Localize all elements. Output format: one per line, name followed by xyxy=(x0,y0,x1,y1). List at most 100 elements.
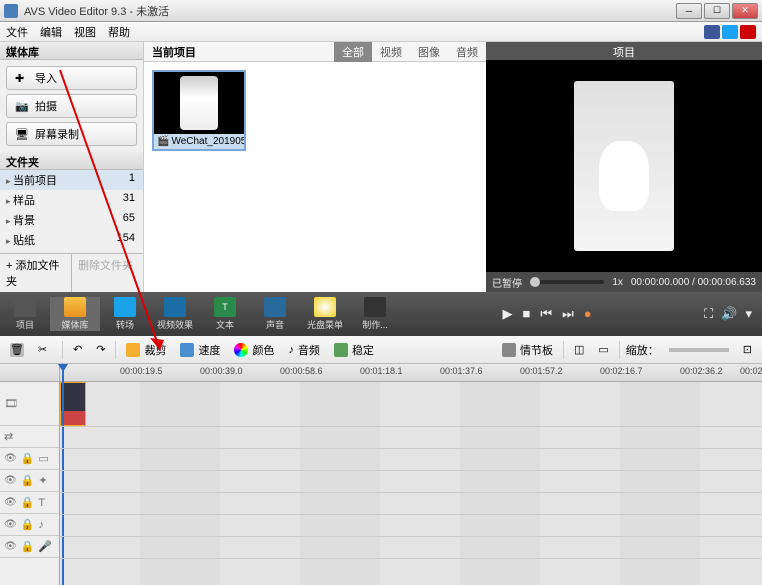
film-icon: 🎞 xyxy=(4,397,18,410)
delete-button[interactable]: 🗑 xyxy=(6,341,28,359)
capture-button[interactable]: 📷 拍摄 xyxy=(6,94,137,118)
fullscreen-button[interactable]: ⛶ xyxy=(704,306,713,322)
record-button[interactable]: ● xyxy=(584,306,592,322)
timecode: 00:00:00.000 / 00:00:06.633 xyxy=(631,277,756,288)
volume-button[interactable]: 🔊 xyxy=(721,306,737,322)
playhead[interactable] xyxy=(62,364,64,585)
close-button[interactable]: ✕ xyxy=(732,3,758,19)
trim-button[interactable]: 裁剪 xyxy=(122,340,170,360)
delete-folder-button: 删除文件夹 xyxy=(72,254,143,292)
speed-label: 速度 xyxy=(198,342,220,358)
cut-button[interactable]: ✂ xyxy=(34,341,56,359)
maximize-button[interactable]: ☐ xyxy=(704,3,730,19)
redo-button[interactable]: ↷ xyxy=(92,341,109,358)
youtube-icon[interactable] xyxy=(740,25,756,39)
audio-edit-button[interactable]: ♪音频 xyxy=(284,340,324,360)
track-audio1[interactable]: 👁🔒♪ xyxy=(0,514,59,536)
menu-file[interactable]: 文件 xyxy=(6,24,28,40)
menu-view[interactable]: 视图 xyxy=(74,24,96,40)
menu-help[interactable]: 帮助 xyxy=(108,24,130,40)
trim-label: 裁剪 xyxy=(144,342,166,358)
ruler-tick: 00:01:37.6 xyxy=(440,366,483,376)
track-effects[interactable]: 👁🔒✦ xyxy=(0,470,59,492)
speed-slider[interactable] xyxy=(530,280,604,284)
tool-effects[interactable]: 视频效果 xyxy=(150,297,200,331)
audio-icon xyxy=(264,297,286,317)
playback-status: 已暂停 xyxy=(492,275,522,290)
capture-label: 拍摄 xyxy=(35,98,57,114)
tool-label: 声音 xyxy=(266,318,284,331)
color-button[interactable]: 颜色 xyxy=(230,340,278,360)
play-button[interactable]: ▶ xyxy=(503,306,513,322)
menu-edit[interactable]: 编辑 xyxy=(40,24,62,40)
trim-icon xyxy=(126,343,140,357)
folder-count: 65 xyxy=(123,212,135,228)
tab-audio[interactable]: 音频 xyxy=(448,42,486,62)
track-video-main[interactable]: 🎞 xyxy=(0,382,59,426)
folders-header: 文件夹 xyxy=(0,152,143,170)
thumbnail-caption: WeChat_201905071... xyxy=(171,136,244,147)
track-overlay[interactable]: 👁🔒▭ xyxy=(0,448,59,470)
window-title: AVS Video Editor 9.3 - 未激活 xyxy=(24,3,676,19)
twitter-icon[interactable] xyxy=(722,25,738,39)
tab-image[interactable]: 图像 xyxy=(410,42,448,62)
monitor-icon: 🖥 xyxy=(15,128,27,140)
timeline-ruler[interactable]: 00:00:19.5 00:00:39.0 00:00:58.6 00:01:1… xyxy=(0,364,762,382)
folder-label: 当前项目 xyxy=(6,172,57,188)
disc-icon xyxy=(314,297,336,317)
facebook-icon[interactable] xyxy=(704,25,720,39)
ruler-tick: 00:00:39.0 xyxy=(200,366,243,376)
storyboard-icon xyxy=(502,343,516,357)
stop-button[interactable]: ■ xyxy=(523,306,531,322)
prev-button[interactable]: ⏮ xyxy=(540,306,552,322)
track-audio2[interactable]: 👁🔒🎤 xyxy=(0,536,59,558)
lock-icon: 🔒 xyxy=(21,474,35,487)
tool-transition[interactable]: 转场 xyxy=(100,297,150,331)
tool-media[interactable]: 媒体库 xyxy=(50,297,100,331)
tool-produce[interactable]: 制作... xyxy=(350,297,400,331)
screen-record-button[interactable]: 🖥 屏幕录制 xyxy=(6,122,137,146)
minimize-button[interactable]: ─ xyxy=(676,3,702,19)
folder-count: 154 xyxy=(117,232,135,248)
storyboard-button[interactable]: 情节板 xyxy=(498,340,557,360)
add-folder-button[interactable]: + 添加文件夹 xyxy=(0,254,72,292)
storyboard-label: 情节板 xyxy=(520,342,553,358)
zoom-fit-button[interactable]: ⊡ xyxy=(739,341,756,358)
tool-disc[interactable]: 光盘菜单 xyxy=(300,297,350,331)
tool-project[interactable]: 项目 xyxy=(0,297,50,331)
folder-stickers[interactable]: 贴纸 154 xyxy=(0,230,143,250)
tool-text[interactable]: T文本 xyxy=(200,297,250,331)
tab-all[interactable]: 全部 xyxy=(334,42,372,62)
track-text[interactable]: 👁🔒T xyxy=(0,492,59,514)
speed-button[interactable]: 速度 xyxy=(176,340,224,360)
camera-icon: 📷 xyxy=(15,100,27,112)
import-button[interactable]: ✚导入 xyxy=(6,66,137,90)
tab-video[interactable]: 视频 xyxy=(372,42,410,62)
speed-label: 1x xyxy=(612,277,623,288)
lock-icon: 🔒 xyxy=(21,452,35,465)
produce-icon xyxy=(364,297,386,317)
folder-current-project[interactable]: 当前项目1 xyxy=(0,170,143,190)
folder-samples[interactable]: 样品31 xyxy=(0,190,143,210)
zoom-slider[interactable] xyxy=(669,348,729,352)
tool-audio[interactable]: 声音 xyxy=(250,297,300,331)
effects-icon xyxy=(164,297,186,317)
timeline-area[interactable] xyxy=(60,382,762,585)
screen-label: 屏幕录制 xyxy=(35,126,79,142)
track-transition[interactable]: ⇄ xyxy=(0,426,59,448)
ruler-tick: 00:02:16.7 xyxy=(600,366,643,376)
media-thumbnail[interactable]: 🎬WeChat_201905071... xyxy=(152,70,246,151)
next-button[interactable]: ⏭ xyxy=(562,306,574,322)
stable-label: 稳定 xyxy=(352,342,374,358)
undo-button[interactable]: ↶ xyxy=(69,341,86,358)
eye-icon: 👁 xyxy=(4,497,17,508)
note-icon: ♪ xyxy=(288,344,294,356)
folder-label: 贴纸 xyxy=(6,232,35,248)
undo-icon: ↶ xyxy=(73,343,82,356)
view-button[interactable]: ▭ xyxy=(594,341,612,358)
ruler-tick: 00:02:36.2 xyxy=(680,366,723,376)
settings-button[interactable]: ▾ xyxy=(745,306,752,322)
stabilize-button[interactable]: 稳定 xyxy=(330,340,378,360)
split-view-button[interactable]: ◫ xyxy=(570,341,588,358)
folder-backgrounds[interactable]: 背景65 xyxy=(0,210,143,230)
